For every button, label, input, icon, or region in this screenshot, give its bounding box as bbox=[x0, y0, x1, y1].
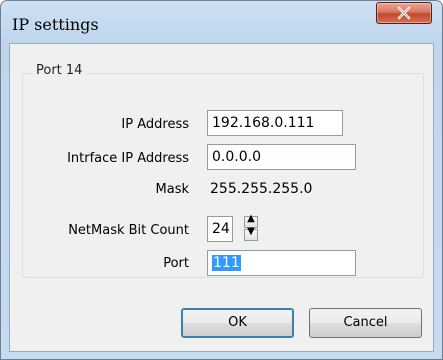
mask-label: Mask bbox=[155, 182, 189, 197]
title-bar[interactable]: IP settings bbox=[1, 1, 442, 41]
ok-button[interactable]: OK bbox=[181, 308, 294, 338]
port-value-selected: 111 bbox=[212, 255, 241, 271]
close-icon bbox=[397, 6, 411, 20]
window-title: IP settings bbox=[12, 15, 99, 34]
interface-ip-input[interactable]: 0.0.0.0 bbox=[207, 144, 356, 170]
port-label: Port bbox=[163, 256, 189, 271]
groupbox-title: Port 14 bbox=[33, 63, 86, 78]
netmask-bit-count-input[interactable]: 24 bbox=[207, 216, 233, 242]
close-button[interactable] bbox=[376, 2, 432, 24]
mask-value: 255.255.255.0 bbox=[210, 181, 313, 197]
cancel-button[interactable]: Cancel bbox=[309, 308, 422, 338]
port-input[interactable]: 111 bbox=[207, 250, 356, 276]
ip-address-input[interactable]: 192.168.0.111 bbox=[207, 110, 343, 136]
chevron-down-icon: ▼ bbox=[247, 226, 255, 237]
chevron-up-icon: ▲ bbox=[247, 213, 255, 224]
netmask-spin-down-button[interactable]: ▼ bbox=[244, 226, 258, 241]
ip-address-label: IP Address bbox=[121, 117, 189, 132]
port-groupbox bbox=[22, 73, 424, 278]
netmask-bit-count-label: NetMask Bit Count bbox=[68, 223, 189, 238]
interface-ip-label: Intrface IP Address bbox=[67, 151, 189, 166]
